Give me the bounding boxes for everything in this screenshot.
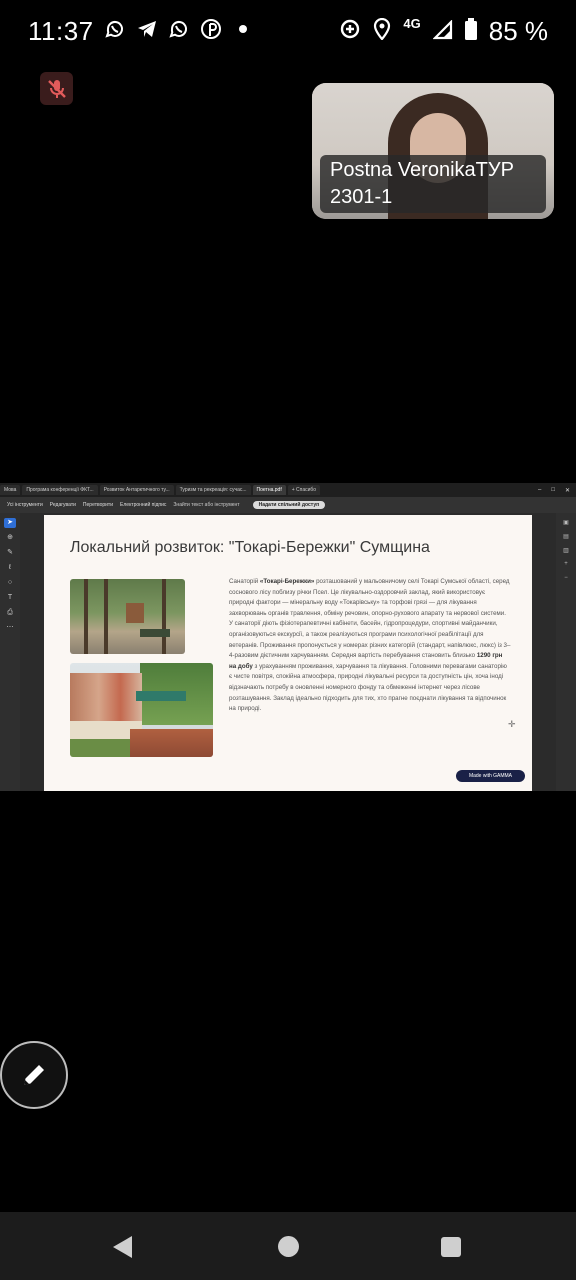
comment-tool-icon[interactable]: ⊕ (4, 533, 16, 543)
window-controls: – □ ✕ (538, 487, 576, 494)
participant-name-label: Postna VeronikaТУР 2301-1 (320, 155, 546, 213)
toolbar-item[interactable]: Електронний підпис (120, 502, 166, 508)
slide-title: Локальний розвиток: "Токарі-Бережки" Сум… (70, 539, 430, 556)
pinterest-icon (200, 18, 222, 40)
share-button[interactable]: Надати спільний доступ (252, 501, 326, 509)
made-with-badge[interactable]: Made with GAMMA (456, 770, 525, 782)
mic-muted-icon[interactable] (40, 72, 73, 105)
shared-screen: Мова Програма конференції ФКТ... Розвито… (0, 483, 576, 791)
participant-video[interactable]: Postna VeronikaТУР 2301-1 (312, 83, 554, 219)
pencil-icon (24, 1065, 44, 1085)
browser-tab[interactable]: Розвиток Антарктичного ту... (99, 485, 174, 495)
attachments-icon[interactable]: ▥ (561, 547, 571, 555)
close-icon[interactable]: ✕ (565, 487, 570, 494)
pdf-page: Локальний розвиток: "Токарі-Бережки" Сум… (44, 515, 532, 791)
pen-tool-icon[interactable]: ✎ (4, 548, 16, 558)
minimize-icon[interactable]: – (538, 487, 541, 494)
telegram-icon (136, 18, 158, 40)
location-icon (373, 16, 391, 47)
toolbar-item[interactable]: Усі інструменти (7, 502, 43, 508)
select-tool-icon[interactable]: ➤ (4, 518, 16, 528)
shape-tool-icon[interactable]: ○ (4, 578, 16, 588)
home-icon[interactable] (278, 1236, 299, 1257)
toolbar-item[interactable]: Редагувати (50, 502, 76, 508)
dot-icon (232, 18, 254, 40)
browser-tab[interactable]: + Спасибо (287, 485, 321, 495)
mouse-cursor-icon: ✛ (508, 719, 516, 729)
browser-tab[interactable]: Туризм та рекреація: сучас... (175, 485, 251, 495)
maximize-icon[interactable]: □ (551, 487, 555, 494)
viber-icon (104, 18, 126, 40)
slide-paragraph: Санаторій «Токарі-Бережки» розташований … (229, 578, 511, 713)
network-type: 4G (403, 16, 421, 31)
browser-tab-active[interactable]: Поетна.pdf (252, 485, 286, 495)
sanatorium-park-photo (70, 579, 185, 654)
battery-icon (464, 16, 477, 47)
more-tools-icon[interactable]: ⋯ (4, 623, 16, 633)
browser-tab-bar: Мова Програма конференції ФКТ... Розвито… (0, 483, 576, 497)
back-icon[interactable] (113, 1236, 132, 1258)
zoom-in-icon[interactable]: + (561, 561, 571, 569)
browser-tab[interactable]: Програма конференції ФКТ... (22, 485, 98, 495)
sanatorium-building-photo (70, 663, 213, 757)
bookmark-icon[interactable]: ▤ (561, 533, 571, 541)
highlight-tool-icon[interactable]: ℓ (4, 563, 16, 573)
navigation-bar (0, 1212, 576, 1280)
signal-icon (432, 16, 453, 47)
data-saver-icon (339, 16, 361, 47)
zoom-out-icon[interactable]: − (561, 575, 571, 583)
status-bar: 11:37 4G 85 % (0, 0, 576, 62)
text-tool-icon[interactable]: T (4, 593, 16, 603)
viber-icon (168, 18, 190, 40)
right-tool-rail: ▣ ▤ ▥ + − (556, 513, 576, 791)
notification-icons (104, 18, 254, 40)
clock: 11:37 (28, 16, 94, 46)
page-thumbnail-icon[interactable]: ▣ (561, 519, 571, 527)
battery-level: 85 % (488, 16, 548, 46)
pdf-toolbar: Усі інструменти Редагувати Перетворити Е… (0, 497, 576, 513)
toolbar-item[interactable]: Перетворити (83, 502, 113, 508)
left-tool-rail: ➤ ⊕ ✎ ℓ ○ T ⎙ ⋯ (0, 513, 20, 791)
stamp-tool-icon[interactable]: ⎙ (4, 608, 16, 618)
browser-tab[interactable]: Мова (0, 485, 21, 495)
annotate-button[interactable] (0, 1041, 68, 1109)
tool-search[interactable]: Знайти текст або інструмент (173, 502, 239, 508)
recent-apps-icon[interactable] (441, 1237, 461, 1257)
system-status: 4G 85 % (339, 16, 548, 47)
